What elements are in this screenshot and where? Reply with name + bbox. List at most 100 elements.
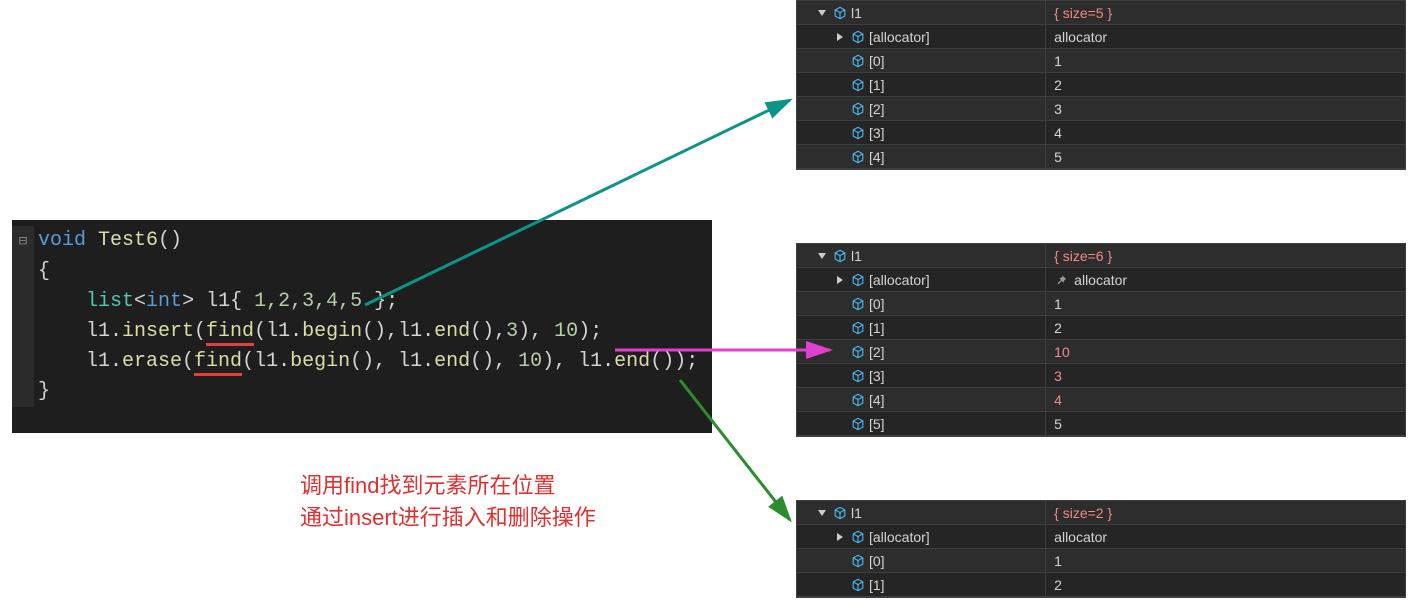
watch1-item-value: 2 (1054, 77, 1062, 93)
code-line-5: l1.erase(find(l1.begin(), l1.end(), 10),… (12, 347, 712, 377)
watch1-item[interactable]: [3] 4 (797, 121, 1405, 145)
watch3-allocator-label: [allocator] (869, 529, 930, 545)
code-line-3: list<int> l1{ 1,2,3,4,5 }; (12, 287, 712, 317)
watch2-item-key: [1] (869, 320, 885, 336)
watch2-size: { size=6 } (1054, 248, 1112, 264)
watch1-item-key: [2] (869, 101, 885, 117)
code-line-6: } (12, 377, 712, 407)
spacer (833, 417, 847, 431)
cube-icon (851, 126, 865, 140)
watch2-item-value: 4 (1054, 392, 1062, 408)
watch3-size: { size=2 } (1054, 505, 1112, 521)
cube-icon (851, 102, 865, 116)
watch1-item[interactable]: [2] 3 (797, 97, 1405, 121)
code-line-2: { (12, 257, 712, 287)
spacer (833, 393, 847, 407)
watch2-item-key: [2] (869, 344, 885, 360)
code-editor[interactable]: ⊟void Test6() { list<int> l1{ 1,2,3,4,5 … (12, 220, 712, 433)
watch3-item-value: 1 (1054, 553, 1062, 569)
watch1-item-key: [4] (869, 149, 885, 165)
watch2-item[interactable]: [1] 2 (797, 316, 1405, 340)
watch1-item-key: [0] (869, 53, 885, 69)
watch2-item-value: 5 (1054, 416, 1062, 432)
cube-icon (833, 506, 847, 520)
cube-icon (851, 54, 865, 68)
watch3-allocator-value: allocator (1054, 529, 1107, 545)
spacer (833, 554, 847, 568)
watch2-item[interactable]: [3] 3 (797, 364, 1405, 388)
watch2-allocator[interactable]: [allocator] allocator (797, 268, 1405, 292)
watch2-item-value: 1 (1054, 296, 1062, 312)
cube-icon (851, 78, 865, 92)
expand-icon[interactable] (815, 506, 829, 520)
cube-icon (851, 345, 865, 359)
spacer (833, 102, 847, 116)
watch2-item[interactable]: [0] 1 (797, 292, 1405, 316)
watch2-item-key: [3] (869, 368, 885, 384)
watch1-varname: l1 (851, 5, 862, 21)
spacer (833, 150, 847, 164)
collapse-icon[interactable] (833, 30, 847, 44)
watch2-varname: l1 (851, 248, 862, 264)
watch2-item-key: [4] (869, 392, 885, 408)
watch1-item[interactable]: [4] 5 (797, 145, 1405, 169)
pin-icon[interactable] (1054, 273, 1068, 287)
annotation-text: 调用find找到元素所在位置 通过insert进行插入和删除操作 (300, 470, 596, 534)
spacer (833, 78, 847, 92)
annotation-line-2: 通过insert进行插入和删除操作 (300, 502, 596, 534)
cube-icon (851, 297, 865, 311)
watch1-item-key: [3] (869, 125, 885, 141)
watch2-item-value: 2 (1054, 320, 1062, 336)
spacer (833, 578, 847, 592)
watch-panel-1[interactable]: l1 { size=5 } [allocator] allocator [0] 1… (796, 0, 1406, 170)
code-line-4: l1.insert(find(l1.begin(),l1.end(),3), 1… (12, 317, 712, 347)
collapse-icon[interactable] (833, 273, 847, 287)
cube-icon (851, 554, 865, 568)
watch1-root[interactable]: l1 { size=5 } (797, 1, 1405, 25)
watch1-item[interactable]: [1] 2 (797, 73, 1405, 97)
watch1-item-value: 1 (1054, 53, 1062, 69)
watch1-size: { size=5 } (1054, 5, 1112, 21)
watch2-item[interactable]: [2]10 (797, 340, 1405, 364)
spacer (833, 345, 847, 359)
cube-icon (851, 369, 865, 383)
cube-icon (851, 578, 865, 592)
watch2-allocator-label: [allocator] (869, 272, 930, 288)
collapse-icon[interactable] (833, 530, 847, 544)
cube-icon (851, 417, 865, 431)
code-line-1: ⊟void Test6() (12, 226, 712, 257)
watch-panel-2[interactable]: l1 { size=6 } [allocator] allocator [0] 1… (796, 243, 1406, 437)
watch2-root[interactable]: l1 { size=6 } (797, 244, 1405, 268)
watch3-item-key: [1] (869, 577, 885, 593)
watch1-item-value: 3 (1054, 101, 1062, 117)
cube-icon (851, 393, 865, 407)
watch3-item-value: 2 (1054, 577, 1062, 593)
cube-icon (851, 273, 865, 287)
watch3-item[interactable]: [0] 1 (797, 549, 1405, 573)
expand-icon[interactable] (815, 249, 829, 263)
watch3-item-key: [0] (869, 553, 885, 569)
watch2-allocator-value: allocator (1074, 272, 1127, 288)
cube-icon (851, 150, 865, 164)
spacer (833, 321, 847, 335)
annotation-line-1: 调用find找到元素所在位置 (300, 470, 596, 502)
watch-panel-3[interactable]: l1 { size=2 } [allocator] allocator [0] 1… (796, 500, 1406, 598)
watch2-item-key: [0] (869, 296, 885, 312)
watch1-item-value: 5 (1054, 149, 1062, 165)
watch1-item-key: [1] (869, 77, 885, 93)
cube-icon (833, 249, 847, 263)
watch2-item-value: 3 (1054, 368, 1062, 384)
watch1-item-value: 4 (1054, 125, 1062, 141)
watch3-allocator[interactable]: [allocator] allocator (797, 525, 1405, 549)
watch2-item[interactable]: [4] 4 (797, 388, 1405, 412)
expand-icon[interactable] (815, 6, 829, 20)
watch2-item[interactable]: [5] 5 (797, 412, 1405, 436)
watch1-allocator[interactable]: [allocator] allocator (797, 25, 1405, 49)
spacer (833, 369, 847, 383)
spacer (833, 54, 847, 68)
spacer (833, 297, 847, 311)
watch2-item-key: [5] (869, 416, 885, 432)
watch3-root[interactable]: l1 { size=2 } (797, 501, 1405, 525)
watch3-item[interactable]: [1] 2 (797, 573, 1405, 597)
watch1-item[interactable]: [0] 1 (797, 49, 1405, 73)
